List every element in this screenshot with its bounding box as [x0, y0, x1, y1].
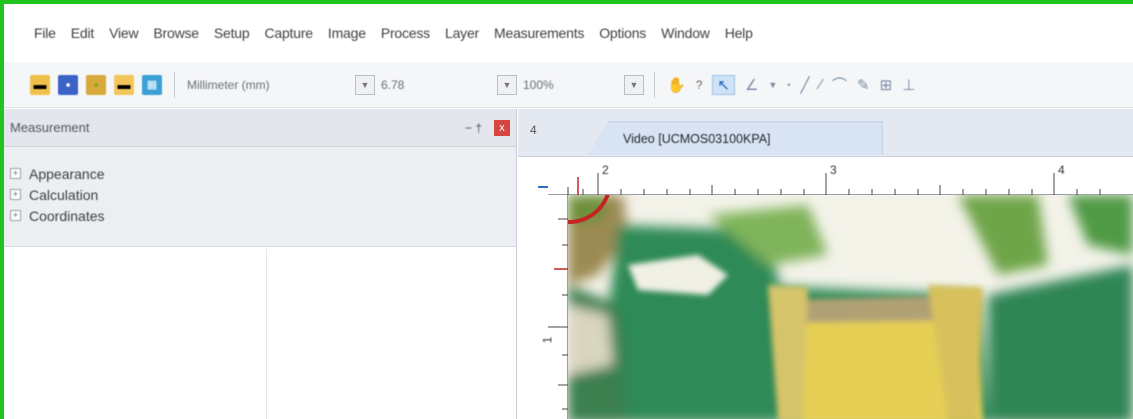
menu-edit[interactable]: Edit: [71, 25, 95, 41]
menu-help[interactable]: Help: [725, 25, 753, 41]
menu-image[interactable]: Image: [328, 25, 366, 41]
menu-bar: File Edit View Browse Setup Capture Image Proce…: [4, 4, 1133, 62]
ruler-label-2: 2: [602, 163, 609, 177]
perpendicular-icon[interactable]: ⊥: [902, 76, 915, 94]
close-icon[interactable]: x: [494, 119, 510, 136]
scale-dropdown-button[interactable]: ▼: [497, 74, 517, 95]
property-grid[interactable]: [4, 249, 517, 419]
unit-select[interactable]: Millimeter (mm): [187, 74, 349, 96]
toolbar: ▬ ▪ ▪ ▬ ▦ Millimeter (mm) ▼ 6.78 ▼ 100% …: [4, 62, 1133, 108]
tree-item-appearance[interactable]: + Appearance: [4, 163, 516, 184]
select-arrow-icon[interactable]: ↖: [712, 74, 735, 95]
menu-layer[interactable]: Layer: [445, 25, 479, 41]
live-video-view[interactable]: [568, 195, 1133, 419]
tree-item-label: Coordinates: [29, 207, 105, 224]
menu-capture[interactable]: Capture: [264, 25, 313, 41]
save-as-icon[interactable]: ▪: [86, 74, 106, 95]
menu-process[interactable]: Process: [381, 25, 430, 41]
pen-tool-icon[interactable]: ✎: [857, 76, 870, 94]
help-pointer-icon[interactable]: ?: [696, 78, 703, 92]
expand-icon[interactable]: +: [10, 189, 21, 200]
menu-browse[interactable]: Browse: [153, 25, 199, 41]
grid-apps-icon[interactable]: ▦: [142, 74, 162, 95]
curve-tool-icon[interactable]: ⌒: [832, 74, 847, 95]
tree-item-label: Appearance: [29, 165, 105, 182]
ruler-horizontal: 2 3 4: [548, 157, 1133, 195]
ruler-vertical: 1: [518, 195, 568, 419]
tab-video[interactable]: Video [UCMOS03100KPA]: [588, 121, 883, 155]
document-tabstrip: 4 Video [UCMOS03100KPA]: [518, 109, 1133, 157]
menu-setup[interactable]: Setup: [214, 25, 250, 41]
menu-options[interactable]: Options: [599, 25, 646, 41]
zoom-select[interactable]: 100%: [523, 74, 618, 96]
app-window: File Edit View Browse Setup Capture Image Proce…: [0, 0, 1133, 419]
scale-field-value: 6.78: [381, 77, 405, 92]
ruler-label-1: 1: [540, 336, 555, 344]
pin-icon[interactable]: − †: [465, 121, 482, 135]
toolbar-separator: [174, 71, 175, 98]
menu-window[interactable]: Window: [661, 25, 710, 41]
calibrate-icon[interactable]: ⊞: [880, 76, 893, 94]
grid-column-divider[interactable]: [266, 249, 267, 419]
browse-folder-icon[interactable]: ▬: [114, 74, 134, 95]
video-frame-image: [568, 195, 1133, 419]
ruler-vertical-ticks: [548, 218, 568, 410]
document-area: 4 Video [UCMOS03100KPA] 2 3 4 1: [518, 109, 1133, 419]
panel-header: Measurement − † x: [4, 109, 516, 147]
scale-field[interactable]: 6.78: [381, 74, 491, 96]
zoom-select-value: 100%: [523, 77, 554, 92]
save-icon[interactable]: ▪: [58, 74, 78, 95]
toolbar-separator-2: [654, 71, 655, 98]
point-tool-icon[interactable]: •: [787, 80, 790, 90]
tab-nav-icon[interactable]: 4: [530, 123, 537, 137]
unit-dropdown-button[interactable]: ▼: [355, 74, 375, 95]
panel-title: Measurement: [10, 120, 90, 135]
measurement-panel: Measurement − † x + Appearance + Calcula…: [4, 109, 517, 419]
hand-pan-icon[interactable]: ✋: [667, 76, 686, 94]
tab-video-label: Video [UCMOS03100KPA]: [623, 131, 771, 146]
unit-select-value: Millimeter (mm): [187, 77, 270, 92]
dropdown-arrow-icon[interactable]: ▼: [768, 80, 777, 90]
tree-item-coordinates[interactable]: + Coordinates: [4, 205, 516, 226]
panel-controls: − † x: [465, 119, 510, 136]
tree-item-calculation[interactable]: + Calculation: [4, 184, 516, 205]
open-folder-icon[interactable]: ▬: [30, 74, 50, 95]
expand-icon[interactable]: +: [10, 168, 21, 179]
expand-icon[interactable]: +: [10, 210, 21, 221]
ruler-label-4: 4: [1058, 163, 1065, 177]
menu-file[interactable]: File: [34, 25, 56, 41]
angle-tool-icon[interactable]: ∠: [745, 76, 758, 94]
polyline-tool-icon[interactable]: ⁄: [820, 76, 823, 93]
ruler-horizontal-ticks: [567, 173, 1101, 195]
property-tree: + Appearance + Calculation + Coordinates: [4, 147, 516, 247]
menu-view[interactable]: View: [109, 25, 138, 41]
tree-item-label: Calculation: [29, 186, 99, 203]
menu-measurements[interactable]: Measurements: [494, 25, 584, 41]
zoom-dropdown-button[interactable]: ▼: [624, 74, 644, 95]
ruler-label-3: 3: [830, 163, 837, 177]
line-tool-icon[interactable]: ╱: [800, 76, 809, 94]
